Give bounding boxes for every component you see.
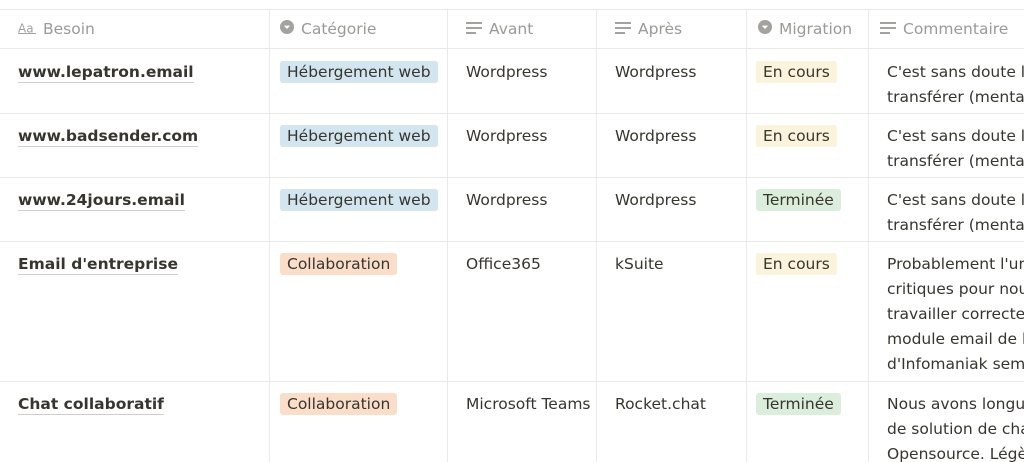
text-icon xyxy=(466,20,482,38)
comment-line: transférer (mentaler xyxy=(887,88,1024,106)
cell-categorie[interactable]: Hébergement web xyxy=(270,49,448,113)
apres-value: Wordpress xyxy=(615,127,697,145)
comment-line: travailler correcteme xyxy=(887,305,1024,323)
row-title[interactable]: Chat collaboratif xyxy=(18,395,164,415)
category-tag: Hébergement web xyxy=(280,189,438,211)
column-label: Après xyxy=(638,20,683,38)
comment-line: C'est sans doute le p xyxy=(887,127,1024,145)
cell-migration[interactable]: En cours xyxy=(747,49,869,113)
column-label: Avant xyxy=(489,20,534,38)
cell-commentaire[interactable]: C'est sans doute le p transférer (mental… xyxy=(869,177,1024,241)
row-title[interactable]: www.badsender.com xyxy=(18,127,199,147)
cell-avant[interactable]: Office365 xyxy=(448,241,597,381)
cell-commentaire[interactable]: C'est sans doute le p transférer (mental… xyxy=(869,49,1024,113)
row-title[interactable]: Email d'entreprise xyxy=(18,255,178,275)
select-icon xyxy=(758,20,772,38)
apres-value: Wordpress xyxy=(615,191,697,209)
table-row[interactable]: www.lepatron.email Hébergement web Wordp… xyxy=(0,49,1024,114)
cell-besoin[interactable]: Chat collaboratif xyxy=(0,381,270,462)
comment-line: C'est sans doute le p xyxy=(887,63,1024,81)
avant-value: Wordpress xyxy=(466,127,548,145)
comment-line: critiques pour nous xyxy=(887,280,1024,298)
avant-value: Wordpress xyxy=(466,191,548,209)
migration-tag: En cours xyxy=(756,125,837,147)
apres-value: kSuite xyxy=(615,255,664,273)
comment-line: de solution de chat xyxy=(887,420,1024,438)
column-header-commentaire[interactable]: Commentaire xyxy=(869,10,1024,48)
migration-tag: Terminée xyxy=(756,393,841,415)
cell-besoin[interactable]: www.lepatron.email xyxy=(0,49,270,113)
avant-value: Microsoft Teams xyxy=(466,395,591,413)
cell-avant[interactable]: Wordpress xyxy=(448,177,597,241)
text-icon xyxy=(880,20,896,38)
cell-besoin[interactable]: www.badsender.com xyxy=(0,113,270,177)
cell-avant[interactable]: Wordpress xyxy=(448,49,597,113)
cell-besoin[interactable]: Email d'entreprise xyxy=(0,241,270,381)
migration-tag: En cours xyxy=(756,253,837,275)
cell-migration[interactable]: Terminée xyxy=(747,381,869,462)
cell-migration[interactable]: En cours xyxy=(747,241,869,381)
row-title[interactable]: www.24jours.email xyxy=(18,191,185,211)
column-header-categorie[interactable]: Catégorie xyxy=(270,10,448,48)
migration-tag: En cours xyxy=(756,61,837,83)
column-label: Catégorie xyxy=(301,20,377,38)
comment-line: Nous avons longuer xyxy=(887,395,1024,413)
table-row[interactable]: Email d'entreprise Collaboration Office3… xyxy=(0,241,1024,382)
comment-line: transférer (mentaler xyxy=(887,152,1024,170)
comment-line: d'Infomaniak sembl xyxy=(887,355,1024,373)
comment-line: Probablement l'une xyxy=(887,255,1024,273)
avant-value: Office365 xyxy=(466,255,541,273)
column-header-avant[interactable]: Avant xyxy=(448,10,597,48)
column-label: Commentaire xyxy=(903,20,1009,38)
comment-line: module email de la xyxy=(887,330,1024,348)
cell-apres[interactable]: Rocket.chat xyxy=(597,381,747,462)
column-header-besoin[interactable]: Aa Besoin xyxy=(0,10,270,48)
svg-text:Aa: Aa xyxy=(18,22,34,34)
cell-migration[interactable]: En cours xyxy=(747,113,869,177)
row-title[interactable]: www.lepatron.email xyxy=(18,63,194,83)
cell-migration[interactable]: Terminée xyxy=(747,177,869,241)
cell-commentaire[interactable]: Probablement l'une critiques pour nous t… xyxy=(869,241,1024,381)
table-row[interactable]: Chat collaboratif Collaboration Microsof… xyxy=(0,381,1024,462)
text-icon xyxy=(615,20,631,38)
database-table: Aa Besoin Catégorie Avant Après Migratio… xyxy=(0,0,1024,462)
avant-value: Wordpress xyxy=(466,63,548,81)
table-row[interactable]: www.24jours.email Hébergement web Wordpr… xyxy=(0,177,1024,242)
cell-categorie[interactable]: Hébergement web xyxy=(270,113,448,177)
column-header-migration[interactable]: Migration xyxy=(747,10,869,48)
cell-avant[interactable]: Wordpress xyxy=(448,113,597,177)
category-tag: Collaboration xyxy=(280,393,398,415)
table-row[interactable]: www.badsender.com Hébergement web Wordpr… xyxy=(0,113,1024,178)
apres-value: Rocket.chat xyxy=(615,395,706,413)
cell-categorie[interactable]: Hébergement web xyxy=(270,177,448,241)
cell-categorie[interactable]: Collaboration xyxy=(270,381,448,462)
category-tag: Collaboration xyxy=(280,253,398,275)
column-header-apres[interactable]: Après xyxy=(597,10,747,48)
title-icon: Aa xyxy=(18,20,36,38)
cell-categorie[interactable]: Collaboration xyxy=(270,241,448,381)
comment-line: Opensource. Légère xyxy=(887,445,1024,462)
cell-besoin[interactable]: www.24jours.email xyxy=(0,177,270,241)
comment-line: transférer (mentaler xyxy=(887,216,1024,234)
cell-avant[interactable]: Microsoft Teams xyxy=(448,381,597,462)
cell-apres[interactable]: kSuite xyxy=(597,241,747,381)
cell-apres[interactable]: Wordpress xyxy=(597,49,747,113)
apres-value: Wordpress xyxy=(615,63,697,81)
table-header: Aa Besoin Catégorie Avant Après Migratio… xyxy=(0,10,1024,49)
column-label: Migration xyxy=(779,20,853,38)
category-tag: Hébergement web xyxy=(280,125,438,147)
category-tag: Hébergement web xyxy=(280,61,438,83)
column-label: Besoin xyxy=(43,20,95,38)
cell-apres[interactable]: Wordpress xyxy=(597,177,747,241)
cell-commentaire[interactable]: Nous avons longuer de solution de chat O… xyxy=(869,381,1024,462)
comment-line: C'est sans doute le p xyxy=(887,191,1024,209)
cell-commentaire[interactable]: C'est sans doute le p transférer (mental… xyxy=(869,113,1024,177)
migration-tag: Terminée xyxy=(756,189,841,211)
select-icon xyxy=(280,20,294,38)
cell-apres[interactable]: Wordpress xyxy=(597,113,747,177)
